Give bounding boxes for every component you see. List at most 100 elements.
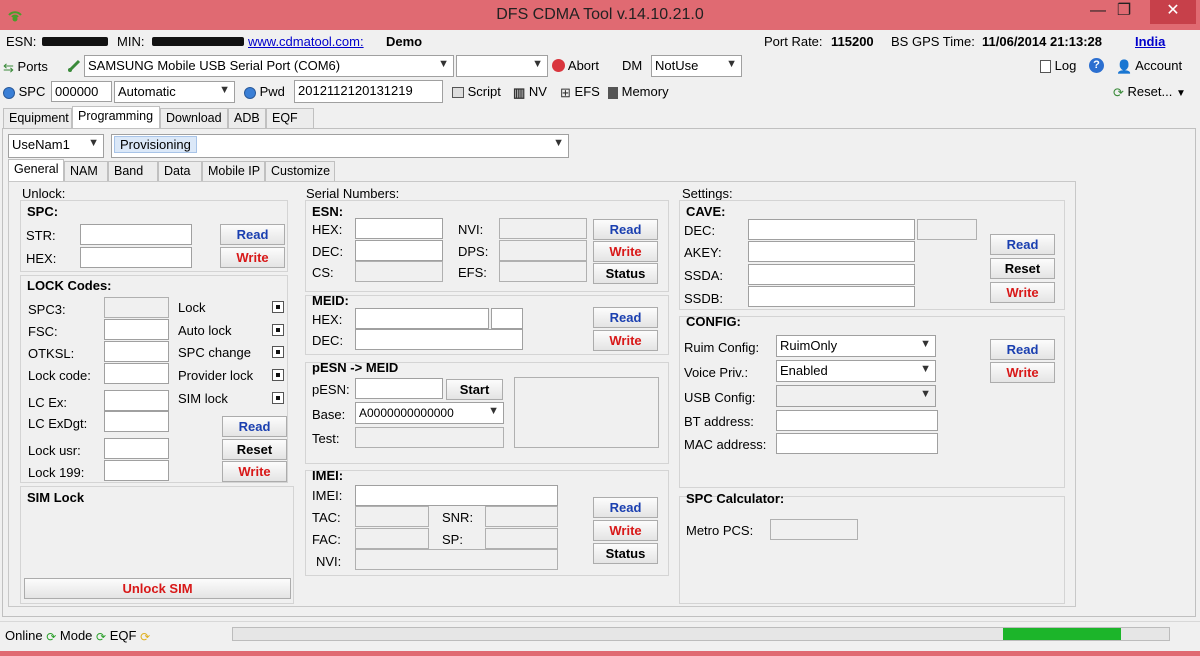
- pesn-start-button[interactable]: Start: [446, 379, 503, 400]
- esn-dec-input[interactable]: [355, 240, 443, 261]
- ssda-input[interactable]: [748, 264, 915, 285]
- dm-select[interactable]: NotUse ▼: [651, 55, 742, 77]
- provider-lock-checkbox[interactable]: [272, 369, 284, 381]
- hex-input[interactable]: [80, 247, 192, 268]
- lc-ex-input[interactable]: [104, 390, 169, 411]
- config-read-button[interactable]: Read: [990, 339, 1055, 360]
- imei-status-button[interactable]: Status: [593, 543, 658, 564]
- provisioning-select[interactable]: Provisioning ▼: [111, 134, 569, 158]
- bt-address-input[interactable]: [776, 410, 938, 431]
- lock-199-input[interactable]: [104, 460, 169, 481]
- lc-exdgt-input[interactable]: [104, 411, 169, 432]
- secondary-select[interactable]: ▼: [456, 55, 548, 77]
- maximize-button[interactable]: ❐: [1104, 0, 1144, 24]
- pwd-radio[interactable]: Pwd: [244, 84, 285, 99]
- spc-mode-value: Automatic: [118, 84, 176, 99]
- lock-reset-button[interactable]: Reset: [222, 439, 287, 460]
- otksl-input[interactable]: [104, 341, 169, 362]
- country-link[interactable]: India: [1135, 34, 1165, 49]
- imei-write-button[interactable]: Write: [593, 520, 658, 541]
- memory-button[interactable]: Memory: [608, 84, 669, 99]
- config-write-button[interactable]: Write: [990, 362, 1055, 383]
- close-button[interactable]: ✕: [1150, 0, 1196, 24]
- log-button[interactable]: Log: [1040, 58, 1076, 74]
- base-select-value: A0000000000000: [359, 406, 454, 420]
- cave-reset-button[interactable]: Reset: [990, 258, 1055, 279]
- spc-write-button[interactable]: Write: [220, 247, 285, 268]
- tab-band[interactable]: Band: [108, 161, 158, 181]
- abort-label: Abort: [567, 58, 599, 73]
- esn-status-button[interactable]: Status: [593, 263, 658, 284]
- tab-eqf[interactable]: EQF: [266, 108, 314, 128]
- account-button[interactable]: 👤 Account: [1116, 58, 1182, 75]
- abort-button[interactable]: Abort: [552, 58, 599, 73]
- lock-write-button[interactable]: Write: [222, 461, 287, 482]
- lock-code-input[interactable]: [104, 363, 169, 384]
- lock-checkbox[interactable]: [272, 301, 284, 313]
- base-select[interactable]: A0000000000000 ▼: [355, 402, 504, 424]
- spc-change-checkbox[interactable]: [272, 346, 284, 358]
- ruim-config-select[interactable]: RuimOnly ▼: [776, 335, 936, 357]
- esn-hex-input[interactable]: [355, 218, 443, 239]
- chevron-down-icon: ▼: [488, 405, 499, 417]
- pesn-input[interactable]: [355, 378, 443, 399]
- esn-read-button[interactable]: Read: [593, 219, 658, 240]
- lock-usr-input[interactable]: [104, 438, 169, 459]
- tab-general[interactable]: General: [8, 159, 64, 182]
- spc-change-label: SPC change: [178, 345, 251, 360]
- tab-nam[interactable]: NAM: [64, 161, 108, 181]
- port-select-value: SAMSUNG Mobile USB Serial Port (COM6): [88, 58, 341, 73]
- website-link[interactable]: www.cdmatool.com:: [248, 34, 364, 49]
- meid-dec-label: DEC:: [312, 333, 344, 348]
- spc-input[interactable]: 000000: [51, 81, 112, 102]
- spc3-label: SPC3:: [28, 302, 66, 317]
- spc-mode-select[interactable]: Automatic ▼: [114, 81, 235, 103]
- spc-read-button[interactable]: Read: [220, 224, 285, 245]
- ssdb-input[interactable]: [748, 286, 915, 307]
- akey-input[interactable]: [748, 241, 915, 262]
- meid-check-input[interactable]: [491, 308, 523, 329]
- tab-programming[interactable]: Programming: [72, 106, 160, 129]
- mac-address-input[interactable]: [776, 433, 938, 454]
- help-icon[interactable]: ?: [1089, 58, 1104, 73]
- pwd-input[interactable]: 2012112120131219: [294, 80, 443, 103]
- usb-config-select[interactable]: ▼: [776, 385, 936, 407]
- imei-read-button[interactable]: Read: [593, 497, 658, 518]
- esn-write-button[interactable]: Write: [593, 241, 658, 262]
- script-button[interactable]: Script: [452, 84, 501, 99]
- cave-read-button[interactable]: Read: [990, 234, 1055, 255]
- spc-radio[interactable]: SPC: [3, 84, 45, 99]
- meid-write-button[interactable]: Write: [593, 330, 658, 351]
- fsc-input[interactable]: [104, 319, 169, 340]
- tab-data[interactable]: Data: [158, 161, 202, 181]
- port-select[interactable]: SAMSUNG Mobile USB Serial Port (COM6) ▼: [84, 55, 454, 77]
- voice-priv-select[interactable]: Enabled ▼: [776, 360, 936, 382]
- tab-equipment[interactable]: Equipment: [3, 108, 72, 128]
- str-input[interactable]: [80, 224, 192, 245]
- fac-label: FAC:: [312, 532, 341, 547]
- user-select[interactable]: UseNam1 ▼: [8, 134, 104, 158]
- ports-button[interactable]: ⇆ Ports: [3, 59, 48, 76]
- sim-lock-checkbox[interactable]: [272, 392, 284, 404]
- meid-read-button[interactable]: Read: [593, 307, 658, 328]
- auto-lock-checkbox[interactable]: [272, 324, 284, 336]
- imei-input[interactable]: [355, 485, 558, 506]
- lock-199-label: Lock 199:: [28, 465, 85, 480]
- ruim-config-label: Ruim Config:: [684, 340, 760, 355]
- cave-dec-input[interactable]: [748, 219, 915, 240]
- unlock-sim-button[interactable]: Unlock SIM: [24, 578, 291, 599]
- tab-customize[interactable]: Customize: [265, 161, 335, 181]
- cave-write-button[interactable]: Write: [990, 282, 1055, 303]
- meid-dec-input[interactable]: [355, 329, 523, 350]
- tab-mobile-ip[interactable]: Mobile IP: [202, 161, 265, 181]
- tab-adb[interactable]: ADB: [228, 108, 266, 128]
- connect-icon[interactable]: [66, 58, 82, 74]
- reset-menu-button[interactable]: ⟳ Reset... ▼: [1113, 84, 1186, 101]
- efs-button[interactable]: ⊞ EFS: [560, 84, 600, 101]
- lock-read-button[interactable]: Read: [222, 416, 287, 437]
- tab-download[interactable]: Download: [160, 108, 228, 128]
- nv-button[interactable]: ▥ NV: [513, 84, 547, 101]
- script-label: Script: [467, 84, 501, 99]
- meid-hex-input[interactable]: [355, 308, 489, 329]
- efs-input: [499, 261, 587, 282]
